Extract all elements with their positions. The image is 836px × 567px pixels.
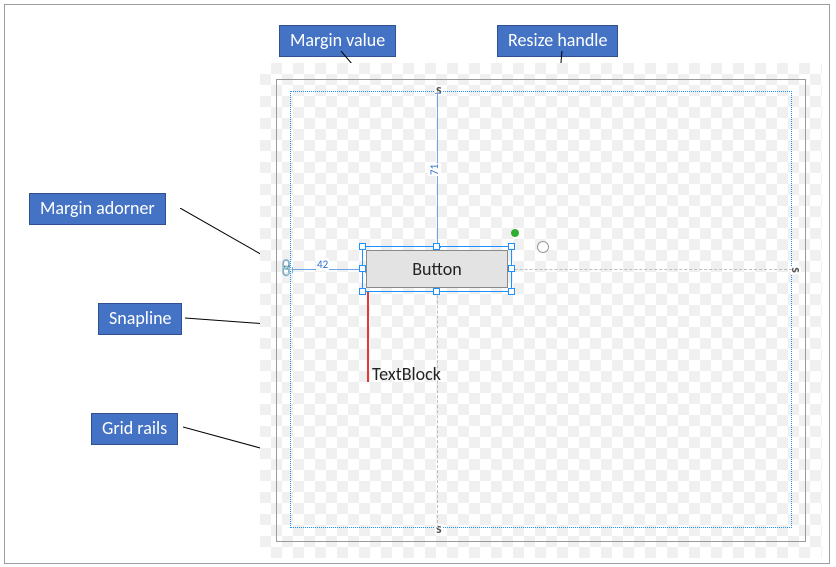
designer-button-control[interactable]: Button — [366, 250, 508, 288]
design-surface[interactable]: ѕ ѕ ѕ 71 🔗 42 Button Te — [260, 63, 822, 558]
textblock-text: TextBlock — [372, 363, 441, 385]
move-handle-dot[interactable] — [511, 229, 519, 237]
resize-handle-outer[interactable] — [537, 241, 549, 253]
grid-splitter-right-icon[interactable]: ѕ — [791, 266, 801, 274]
margin-value-top: 71 — [428, 163, 441, 176]
diagram-frame: Margin value Resize handle Margin adorne… — [4, 4, 830, 564]
designer-textblock-control[interactable]: TextBlock — [372, 363, 441, 385]
margin-value-left: 42 — [316, 258, 329, 271]
callout-snapline: Snapline — [98, 303, 182, 335]
callout-resize-handle: Resize handle — [497, 25, 618, 57]
callout-margin-adorner: Margin adorner — [29, 193, 166, 225]
button-text: Button — [412, 258, 461, 280]
grid-rails[interactable] — [290, 91, 792, 528]
callout-margin-value: Margin value — [279, 25, 396, 57]
snapline — [367, 292, 369, 382]
callout-grid-rails: Grid rails — [91, 413, 178, 445]
